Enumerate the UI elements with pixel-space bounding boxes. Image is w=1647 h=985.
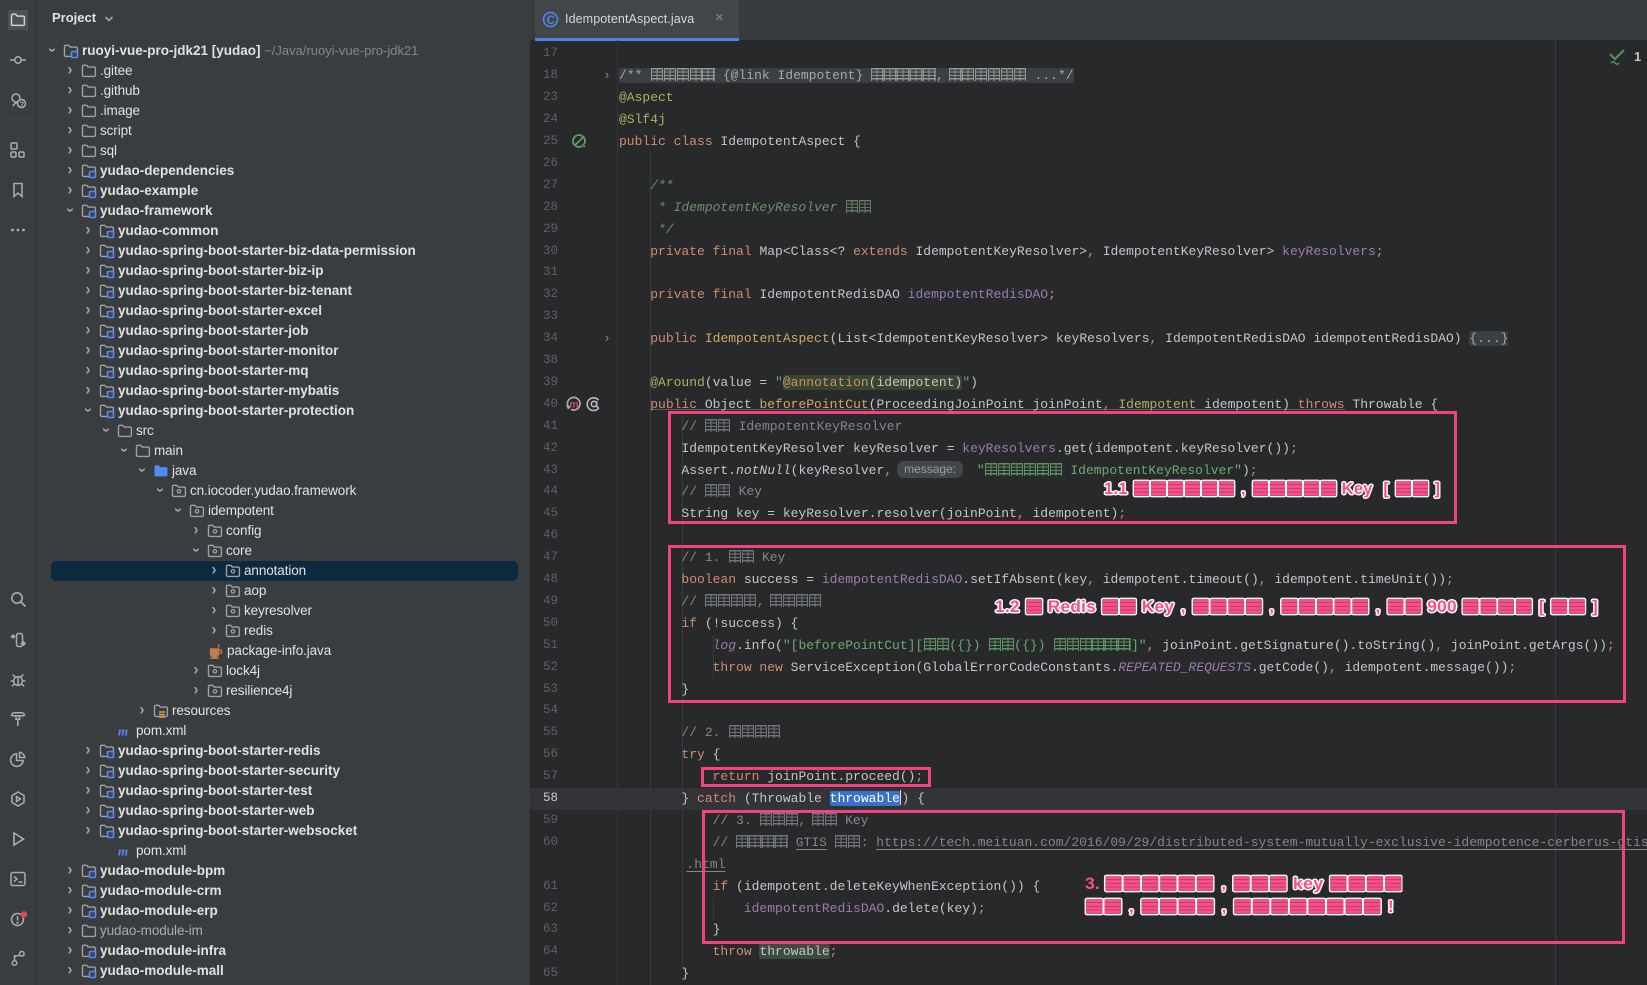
svg-text:m: m xyxy=(118,724,128,739)
svg-text:m: m xyxy=(118,844,128,859)
svg-text:C: C xyxy=(547,15,555,27)
svg-text:m: m xyxy=(569,399,578,411)
svg-text:?: ? xyxy=(20,99,25,108)
svg-text:1: 1 xyxy=(1634,49,1641,64)
